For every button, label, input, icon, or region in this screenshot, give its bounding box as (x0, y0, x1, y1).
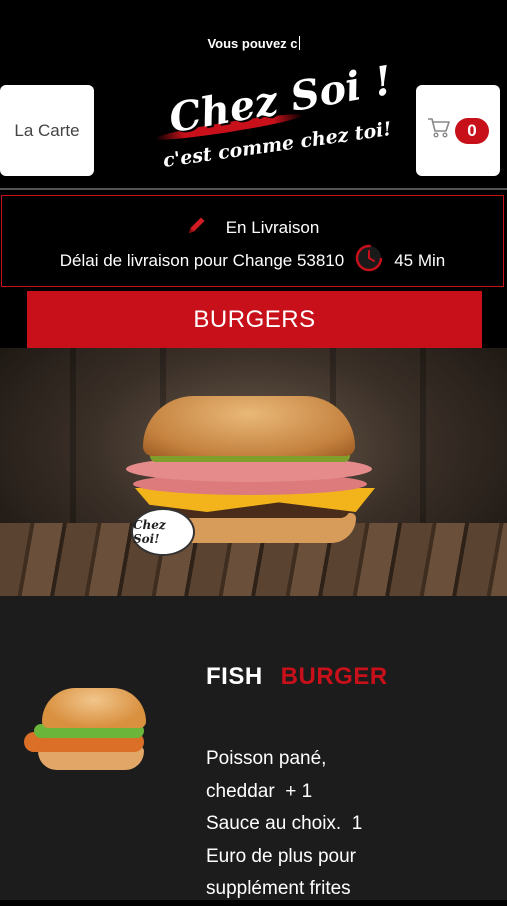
delivery-mode-row[interactable]: En Livraison (2, 214, 503, 241)
product-top-bun (42, 688, 146, 728)
shopping-cart-icon (427, 117, 451, 144)
restaurant-logo[interactable]: Chez Soi ! c'est comme chez toi! (150, 57, 396, 188)
category-header-burgers[interactable]: BURGERS (27, 291, 482, 348)
menu-button[interactable]: La Carte (0, 85, 94, 176)
delivery-delay-time: 45 Min (394, 250, 446, 270)
description-line: cheddar + 1 (206, 780, 313, 802)
product-image[interactable] (24, 688, 148, 778)
description-line: Euro de plus pour (206, 845, 356, 867)
menu-button-label: La Carte (14, 120, 80, 140)
wall-plank (420, 348, 426, 523)
marquee-label: Vous pouvez c (207, 36, 298, 51)
clock-icon (354, 243, 384, 278)
cart-count-badge: 0 (455, 117, 489, 144)
category-hero-image: Chez Soi! (0, 348, 507, 596)
product-name[interactable]: FISH BURGER (206, 663, 388, 691)
delivery-info-panel[interactable]: En Livraison Délai de livraison pour Cha… (1, 195, 504, 287)
cart-button[interactable]: 0 (416, 85, 500, 176)
marquee-text: Vous pouvez c (0, 36, 507, 51)
text-cursor (298, 36, 300, 50)
description-line: supplément frites (206, 878, 351, 899)
delivery-mode-label: En Livraison (225, 217, 320, 237)
product-name-word1: FISH (206, 663, 263, 690)
wall-plank (70, 348, 76, 523)
hero-logo-badge: Chez Soi! (131, 508, 195, 556)
burger-top-bun (143, 396, 355, 456)
delivery-delay-text: Délai de livraison pour Change 53810 (59, 250, 345, 270)
description-line: Poisson pané, (206, 748, 327, 769)
hero-badge-text: Chez Soi! (133, 518, 166, 546)
product-name-word2: BURGER (280, 663, 388, 690)
product-description: Poisson pané, cheddar + 1 Sauce au choix… (206, 743, 406, 906)
delivery-delay-row: Délai de livraison pour Change 53810 45 … (2, 243, 503, 278)
description-line: Sauce au choix. 1 (206, 813, 363, 834)
category-title: BURGERS (193, 305, 316, 333)
header-divider (0, 188, 507, 190)
pencil-icon[interactable] (186, 214, 208, 241)
